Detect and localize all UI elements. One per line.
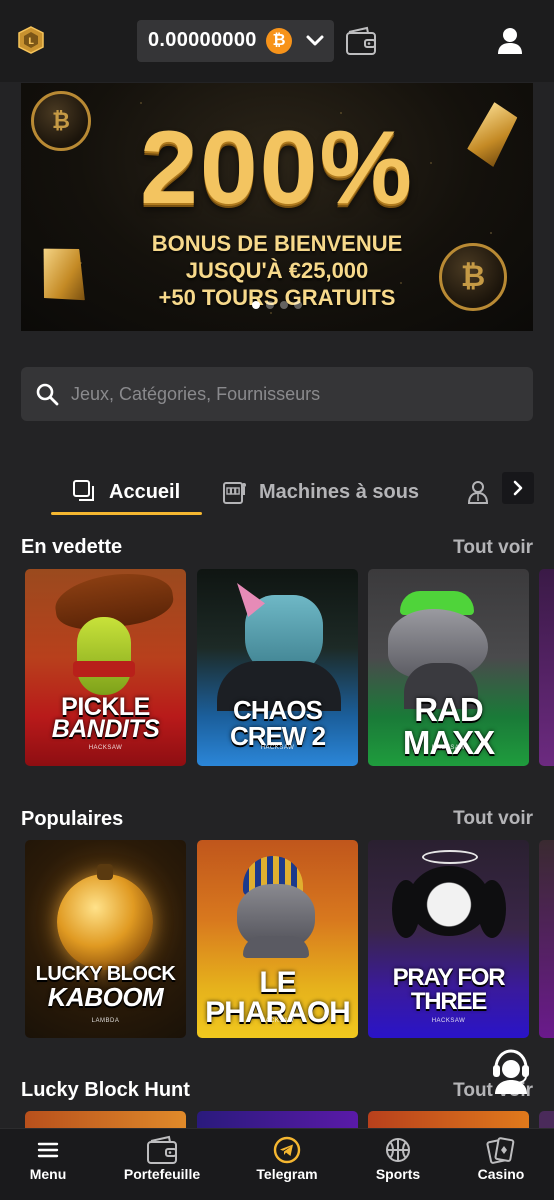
nav-sports[interactable]: Sports — [343, 1129, 453, 1200]
game-provider: LAMBDA — [91, 1018, 120, 1024]
golden-bomb-art — [57, 874, 153, 970]
nav-casino[interactable]: Casino — [446, 1129, 554, 1200]
nav-label: Portefeuille — [123, 1166, 201, 1182]
featured-games-row: PICKLE BANDITS HACKSAW CHAOS CREW 2 HACK… — [25, 569, 554, 766]
slot-machine-icon — [223, 482, 246, 504]
section-title-popular: Populaires — [21, 808, 124, 830]
game-title: CHAOS CREW 2 — [229, 695, 326, 751]
game-card-le-pharaoh[interactable]: LE PHARAOH HACKSAW — [197, 840, 358, 1038]
game-provider: HACKSAW — [431, 745, 466, 751]
live-dealer-icon — [467, 481, 489, 504]
category-tabs: Accueil Machines à sous — [0, 462, 554, 518]
game-title: PRAY FOR THREE — [392, 964, 506, 1015]
nav-label: Casino — [477, 1166, 525, 1182]
game-card-chaos-crew-2[interactable]: CHAOS CREW 2 HACKSAW — [197, 569, 358, 766]
tab-label: Machines à sous — [259, 480, 420, 503]
nav-telegram[interactable]: Telegram — [232, 1129, 342, 1200]
search-bar — [21, 367, 533, 421]
active-tab-indicator — [51, 512, 202, 515]
carousel-dot[interactable] — [280, 301, 288, 309]
wallet-icon[interactable] — [345, 26, 377, 56]
bottom-navigation: Menu Portefeuille Telegram Sports Casino — [0, 1128, 554, 1200]
game-card-partial[interactable] — [539, 569, 554, 766]
game-provider: HACKSAW — [88, 745, 123, 751]
bitcoin-icon: ₿ — [266, 28, 292, 54]
pickle-character-art — [77, 617, 131, 695]
chevron-right-icon — [513, 480, 523, 496]
game-card[interactable] — [368, 1111, 529, 1128]
game-provider: HACKSAW — [431, 1018, 466, 1024]
tabs-scroll-right-button[interactable] — [502, 472, 534, 504]
carousel-indicators — [21, 301, 533, 309]
game-provider: HACKSAW — [260, 745, 295, 751]
support-chat-icon[interactable] — [490, 1048, 532, 1094]
top-header: L 0.00000000 ₿ — [0, 0, 554, 82]
game-title-line-2: KABOOM — [47, 982, 164, 1012]
balance-amount: 0.00000000 — [148, 29, 257, 51]
playing-cards-icon — [486, 1137, 515, 1164]
basketball-icon — [386, 1138, 410, 1162]
hunt-games-row — [25, 1111, 554, 1128]
game-title-line-2: BANDITS — [51, 715, 160, 743]
search-icon — [36, 383, 59, 406]
hamburger-menu-icon — [37, 1142, 59, 1158]
tab-slots[interactable]: Machines à sous — [222, 472, 419, 512]
chevron-down-icon[interactable] — [305, 32, 325, 50]
game-title-line-1: LUCKY BLOCK — [35, 963, 176, 985]
nav-label: Menu — [29, 1166, 67, 1182]
game-card-rad-maxx[interactable]: RAD MAXX HACKSAW — [368, 569, 529, 766]
tab-live-casino[interactable] — [467, 472, 504, 512]
game-card[interactable] — [25, 1111, 186, 1128]
game-card-lucky-block-kaboom[interactable]: LUCKY BLOCK KABOOM LAMBDA — [25, 840, 186, 1038]
nav-wallet[interactable]: Portefeuille — [107, 1129, 217, 1200]
nav-menu[interactable]: Menu — [0, 1129, 103, 1200]
game-card-partial[interactable] — [539, 1111, 554, 1128]
lucky-block-logo-icon[interactable]: L — [18, 26, 44, 54]
game-card-partial[interactable] — [539, 840, 554, 1038]
game-card-pickle-bandits[interactable]: PICKLE BANDITS HACKSAW — [25, 569, 186, 766]
telegram-icon — [273, 1136, 301, 1164]
banner-line-2: JUSQU'À €25,000 — [185, 258, 369, 283]
see-all-featured-link[interactable]: Tout voir — [453, 537, 533, 559]
angel-hair-left-art — [392, 880, 420, 938]
game-provider: HACKSAW — [260, 1018, 295, 1024]
game-card[interactable] — [197, 1111, 358, 1128]
section-title-hunt: Lucky Block Hunt — [21, 1079, 190, 1101]
svg-text:L: L — [28, 37, 34, 47]
tab-home[interactable]: Accueil — [72, 472, 180, 512]
nav-label: Telegram — [256, 1166, 318, 1182]
home-tab-icon — [73, 480, 94, 501]
promo-banner-carousel[interactable]: ₿ ₿ 200% BONUS DE BIENVENUE JUSQU'À €25,… — [21, 83, 533, 331]
bandit-mask-art — [73, 661, 135, 677]
carousel-dot[interactable] — [294, 301, 302, 309]
see-all-popular-link[interactable]: Tout voir — [453, 808, 533, 830]
carousel-dot[interactable] — [266, 301, 274, 309]
halo-art — [422, 850, 478, 864]
nav-label: Sports — [375, 1166, 421, 1182]
section-title-featured: En vedette — [21, 536, 123, 558]
carousel-dot[interactable] — [252, 301, 260, 309]
banner-line-1: BONUS DE BIENVENUE — [151, 231, 403, 256]
user-account-icon[interactable] — [497, 27, 523, 55]
banner-headline: 200% — [140, 110, 414, 226]
search-input[interactable] — [71, 367, 521, 421]
bomb-fuse-art — [97, 864, 113, 880]
wallet-icon — [147, 1135, 177, 1164]
tab-label: Accueil — [109, 480, 181, 503]
raccoon-body-art — [243, 936, 309, 958]
angel-hair-right-art — [478, 880, 506, 938]
game-card-pray-for-three[interactable]: PRAY FOR THREE HACKSAW — [368, 840, 529, 1038]
popular-games-row: LUCKY BLOCK KABOOM LAMBDA LE PHARAOH HAC… — [25, 840, 554, 1038]
